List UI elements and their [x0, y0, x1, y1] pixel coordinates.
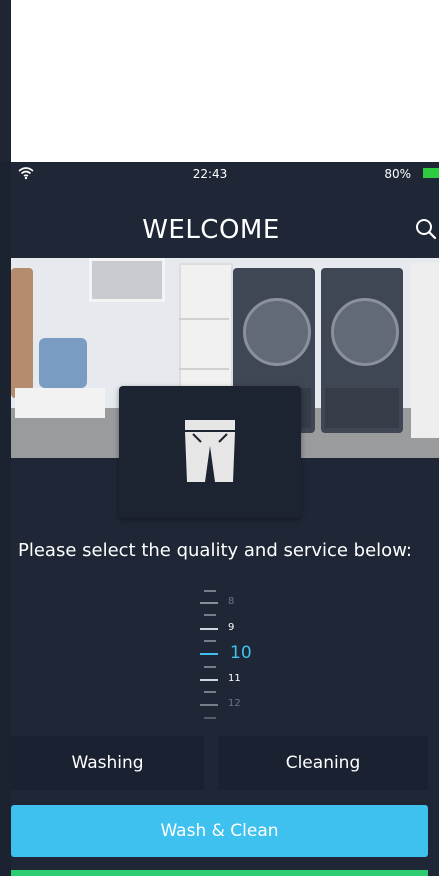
battery-icon [423, 168, 439, 178]
jeans-icon [185, 420, 235, 482]
secondary-action-button[interactable] [11, 870, 428, 876]
hero-washer-door [243, 298, 311, 366]
instruction-text: Please select the quality and service be… [18, 540, 412, 561]
picker-tick [204, 640, 216, 642]
washing-button[interactable]: Washing [11, 736, 204, 790]
hero-pillow [39, 338, 87, 388]
status-time: 22:43 [192, 167, 228, 181]
hero-coat [11, 268, 33, 398]
picker-tick [200, 704, 218, 706]
picker-value-10: 10 [230, 643, 252, 663]
picker-tick [204, 717, 216, 719]
cleaning-button[interactable]: Cleaning [218, 736, 428, 790]
picker-tick [204, 590, 216, 592]
hero-window [89, 258, 165, 302]
picker-value-8: 8 [228, 596, 235, 607]
category-tile[interactable] [119, 386, 301, 518]
page-title: WELCOME [142, 215, 280, 245]
left-edge-strip [0, 0, 11, 162]
picker-tick [204, 691, 216, 693]
hero-dryer-drawer [325, 388, 399, 428]
hero-shelf-line [179, 318, 229, 320]
picker-value-9: 9 [228, 622, 235, 633]
picker-tick [204, 614, 216, 616]
app-screen: 22:43 80% WELCOME Please select the qual… [0, 162, 439, 876]
picker-tick [200, 628, 218, 630]
hero-right-shelf [411, 263, 439, 438]
hero-shelf-line [179, 368, 229, 370]
screen-edge [0, 162, 11, 876]
picker-value-11: 11 [228, 673, 241, 684]
picker-value-12: 12 [228, 698, 241, 709]
hero-bench [15, 388, 105, 418]
search-icon[interactable] [415, 218, 437, 240]
picker-tick [204, 666, 216, 668]
header: WELCOME [11, 202, 439, 258]
battery-percent: 80% [384, 167, 411, 181]
quality-picker[interactable]: 8 9 10 11 12 [190, 582, 270, 732]
picker-tick [200, 679, 218, 681]
hero-dryer [321, 268, 403, 433]
picker-tick [200, 602, 218, 604]
hero-dryer-door [331, 298, 399, 366]
blank-area [11, 0, 439, 162]
wash-and-clean-button[interactable]: Wash & Clean [11, 805, 428, 857]
status-bar: 22:43 80% [0, 162, 439, 186]
picker-tick-selected [200, 653, 218, 655]
